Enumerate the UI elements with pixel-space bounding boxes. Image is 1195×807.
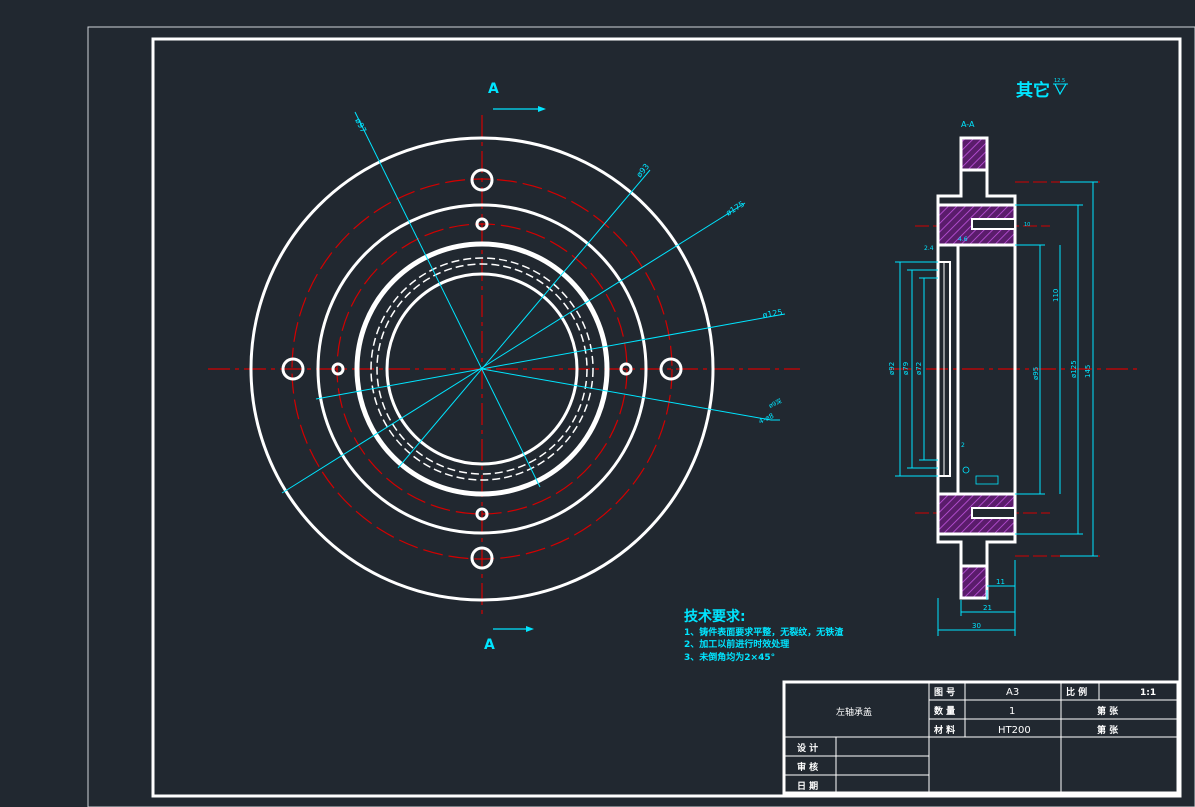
dim-2: 2 xyxy=(961,442,965,449)
title-block: 左轴承盖 图 号 A3 比 例 1:1 数 量 1 第 张 材 料 HT200 … xyxy=(782,680,1180,795)
dim-2-4: 2.4 xyxy=(924,245,934,252)
section-title: A-A xyxy=(961,120,975,129)
sheet-label-1: 第 张 xyxy=(1097,705,1119,717)
dim-21: 21 xyxy=(983,604,992,612)
dim-phi95: ø95 xyxy=(1032,367,1040,380)
dim-label-phi175: ø175 xyxy=(724,199,746,217)
section-arrow-bottom-head xyxy=(526,626,534,632)
quantity-value: 1 xyxy=(1009,706,1015,717)
dim-phi72: ø72 xyxy=(915,362,923,375)
sheet-label-2: 第 张 xyxy=(1097,724,1119,736)
roughness-symbol-icon xyxy=(1054,83,1067,96)
dim-label-phi93: ø93 xyxy=(635,162,652,179)
dim-label-4-phi8: 4-ø8 xyxy=(757,412,775,426)
surface-note: 其它 xyxy=(1016,80,1050,101)
hatch-top-flange xyxy=(959,136,989,172)
material-label: 材 料 xyxy=(933,724,955,736)
dim-10: 10 xyxy=(1024,222,1030,228)
dim-phi79: ø79 xyxy=(902,362,910,375)
section-arrow-top-head xyxy=(538,106,546,112)
tech-title: 技术要求: xyxy=(684,608,746,625)
material-value: HT200 xyxy=(998,725,1031,736)
dim-30: 30 xyxy=(972,622,981,630)
sheet-outer-border xyxy=(87,26,1195,807)
section-mark-bottom: A xyxy=(484,637,495,653)
hatch-bottom-flange xyxy=(959,564,989,600)
tech-line-2: 2、加工以前进行时效处理 xyxy=(684,638,789,650)
dim-label-phi125: ø125 xyxy=(762,308,783,320)
cad-drawing: ø97 ø93 ø175 ø125 4-ø8 ø9深 A A A-A ø92 ø… xyxy=(87,26,1195,807)
review-label: 审 核 xyxy=(797,761,818,773)
drawing-no-value: A3 xyxy=(1006,687,1019,698)
dim-phi92: ø92 xyxy=(888,362,896,375)
dim-11: 11 xyxy=(996,578,1005,586)
roughness-value: 12.5 xyxy=(1054,78,1065,84)
design-label: 设 计 xyxy=(797,742,818,754)
scale-value: 1:1 xyxy=(1140,688,1156,698)
date-label: 日 期 xyxy=(797,780,818,792)
section-view: A-A ø92 ø79 ø72 ø95 ø125 145 110 30 21 1… xyxy=(888,120,1137,636)
dim-label-phi97: ø97 xyxy=(353,117,368,135)
scale-label: 比 例 xyxy=(1066,686,1087,698)
quantity-label: 数 量 xyxy=(934,705,955,717)
tech-line-3: 3、未倒角均为2×45° xyxy=(684,651,775,663)
dim-110: 110 xyxy=(1052,289,1060,302)
drawing-no-label: 图 号 xyxy=(934,687,955,698)
dim-phi125: ø125 xyxy=(1070,360,1078,378)
part-name: 左轴承盖 xyxy=(836,706,872,718)
tech-line-1: 1、铸件表面要求平整，无裂纹，无铁渣 xyxy=(684,626,844,638)
tech-requirements: 技术要求: 1、铸件表面要求平整，无裂纹，无铁渣 2、加工以前进行时效处理 3、… xyxy=(684,608,844,663)
dim-label-phi9-deep: ø9深 xyxy=(767,397,783,410)
dim-4-6: 4.6 xyxy=(958,236,968,243)
section-mark-top: A xyxy=(488,81,499,97)
dim-145: 145 xyxy=(1084,365,1092,378)
front-view: ø97 ø93 ø175 ø125 4-ø8 ø9深 A A xyxy=(208,81,800,653)
dimension-leaders xyxy=(281,111,786,494)
